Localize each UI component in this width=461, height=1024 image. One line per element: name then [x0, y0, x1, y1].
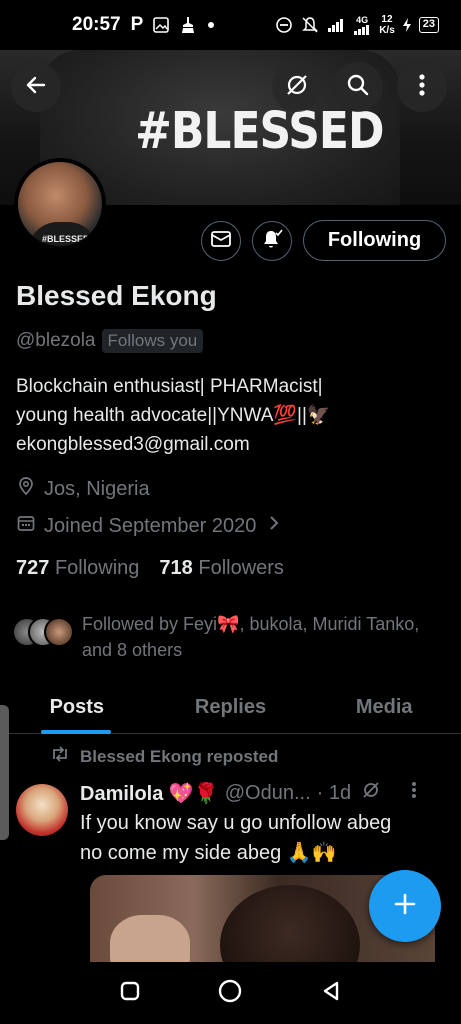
mail-icon [211, 230, 231, 252]
media-face [220, 885, 360, 965]
tab-posts-label: Posts [49, 696, 105, 718]
follows-you-badge: Follows you [101, 329, 204, 353]
more-options-button[interactable] [397, 62, 447, 112]
post-author-handle[interactable]: @Odun... [225, 782, 311, 805]
repost-icon [50, 745, 70, 768]
charging-icon [402, 18, 411, 32]
tab-replies[interactable]: Replies [154, 682, 308, 733]
search-button[interactable] [333, 62, 383, 112]
notification-dot-icon [207, 21, 215, 29]
joined-row[interactable]: Joined September 2020 [16, 513, 280, 539]
profile-tabs: Posts Replies Media [0, 682, 461, 734]
followed-by-row[interactable]: Followed by Feyi🎀, bukola, Muridi Tanko,… [12, 611, 452, 663]
calendar-icon [16, 513, 36, 539]
status-bar: 20:57 P 4G 12 K/s 23 [0, 0, 461, 50]
avatar-shirt-text: #BLESSED. [42, 234, 93, 244]
search-icon [346, 73, 370, 102]
repost-label: Blessed Ekong reposted [80, 746, 279, 766]
following-count-link[interactable]: 727 Following [16, 557, 139, 580]
network-speed: 12 K/s [379, 14, 395, 36]
chevron-right-icon [268, 514, 280, 538]
handle-row: @blezola Follows you [16, 329, 204, 353]
followers-count: 718 [159, 557, 193, 579]
back-button[interactable] [11, 62, 61, 112]
grok-icon [284, 72, 310, 103]
tab-media-label: Media [355, 696, 413, 718]
grok-button[interactable] [272, 62, 322, 112]
followed-by-text: Followed by Feyi🎀, bukola, Muridi Tanko,… [82, 611, 452, 663]
location-icon [16, 476, 36, 502]
tab-replies-label: Replies [194, 696, 267, 718]
post-author-name[interactable]: Damilola 💖🌹 [80, 781, 219, 806]
followers-count-link[interactable]: 718 Followers [159, 557, 284, 580]
followed-by-line-1: Followed by Feyi🎀, bukola, Muridi Tanko, [82, 614, 420, 634]
signal-icon [327, 17, 345, 33]
bio-line-2: young health advocate||YNWA💯||🦅 [16, 405, 331, 426]
post-more-icon[interactable] [411, 781, 417, 805]
post-text[interactable]: If you know say u go unfollow abeg no co… [80, 808, 440, 868]
cleaner-icon [179, 16, 197, 34]
media-hand [110, 915, 190, 965]
gallery-icon [153, 17, 170, 33]
followers-label: Followers [198, 557, 284, 579]
p-app-icon: P [130, 14, 144, 35]
mutual-avatars [12, 617, 74, 651]
compose-plus-icon [392, 891, 418, 922]
follow-counts: 727 Following 718 Followers [16, 557, 284, 580]
active-tab-indicator [41, 730, 111, 734]
signal-4g-icon: 4G [353, 15, 371, 35]
tab-media[interactable]: Media [307, 682, 461, 733]
location-text: Jos, Nigeria [44, 477, 150, 500]
repost-indicator: Blessed Ekong reposted [50, 745, 278, 768]
compose-button[interactable] [369, 870, 441, 942]
battery-level: 23 [418, 17, 439, 33]
message-button[interactable] [201, 221, 241, 261]
profile-bio: Blockchain enthusiast| PHARMacist| young… [16, 372, 436, 459]
location-row: Jos, Nigeria [16, 476, 150, 502]
nav-recents-icon[interactable] [118, 979, 142, 1008]
post-text-line-1: If you know say u go unfollow abeg [80, 812, 392, 834]
banner-text: #BLESSED [135, 102, 384, 161]
followed-by-line-2: and 8 others [82, 640, 183, 660]
following-button[interactable]: Following [303, 220, 446, 261]
profile-handle: @blezola [16, 330, 96, 351]
system-nav-bar [0, 962, 461, 1024]
status-time: 20:57 [72, 14, 121, 35]
tab-posts[interactable]: Posts [0, 682, 154, 734]
post-text-line-2: no come my side abeg 🙏🙌 [80, 842, 337, 864]
more-vertical-icon [419, 73, 425, 101]
profile-avatar[interactable]: #BLESSED. [14, 158, 106, 250]
profile-name: Blessed Ekong [16, 280, 217, 311]
grok-post-icon[interactable] [361, 780, 381, 806]
notifications-button[interactable] [252, 221, 292, 261]
mute-bell-icon [301, 16, 319, 34]
following-label: Following [54, 557, 140, 579]
bio-email-link[interactable]: ekongblessed3@gmail.com [16, 430, 436, 459]
post-time: · 1d [316, 781, 352, 804]
nav-back-icon[interactable] [319, 979, 343, 1008]
mutual-avatar-3 [44, 617, 74, 647]
bell-icon [261, 228, 283, 255]
joined-text: Joined September 2020 [44, 514, 257, 537]
post-header: Damilola 💖🌹 @Odun... · 1d [80, 780, 417, 806]
following-count: 727 [16, 557, 50, 579]
nav-home-icon[interactable] [217, 978, 243, 1009]
dnd-icon [275, 16, 293, 34]
bio-line-1: Blockchain enthusiast| PHARMacist| [16, 376, 323, 397]
back-arrow-icon [24, 73, 48, 102]
post-author-avatar[interactable] [16, 784, 68, 836]
edge-panel-handle[interactable] [0, 705, 9, 840]
